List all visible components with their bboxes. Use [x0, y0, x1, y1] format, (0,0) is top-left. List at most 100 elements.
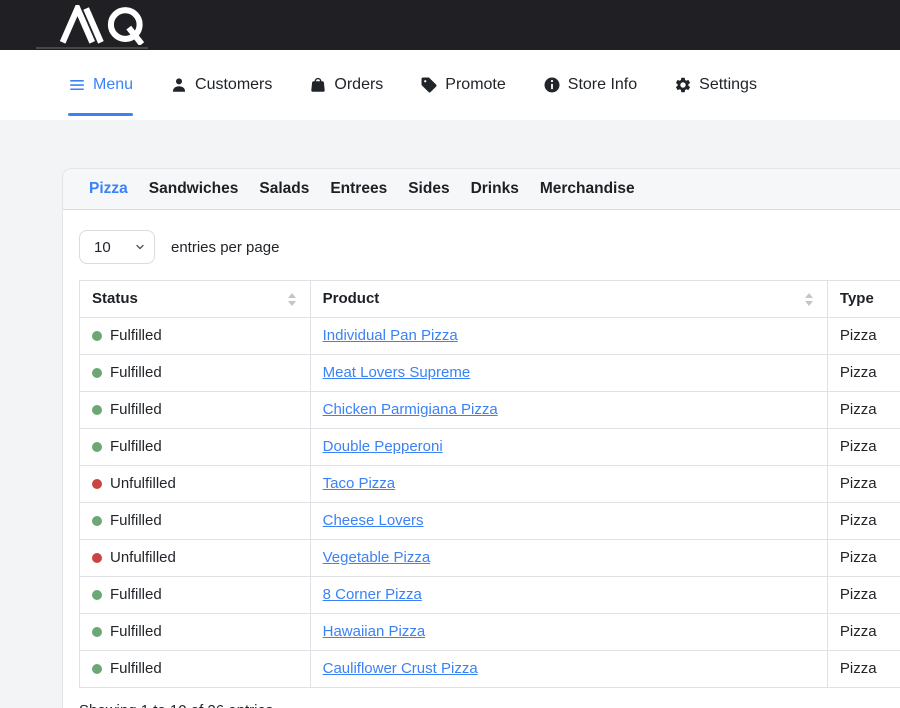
main-nav: Menu Customers Orders Promote Store Info Sett… [0, 50, 900, 120]
product-link[interactable]: Meat Lovers Supreme [323, 364, 471, 381]
status-label: Fulfilled [110, 659, 162, 679]
status-label: Fulfilled [110, 585, 162, 605]
nav-item-label: Orders [334, 76, 383, 94]
table-row: Fulfilled Meat Lovers Supreme Pizza [80, 355, 900, 392]
status-cell: Fulfilled [80, 355, 311, 392]
logo-underline [36, 47, 148, 49]
status-cell: Fulfilled [80, 651, 311, 688]
tag-icon [420, 76, 438, 94]
table-row: Fulfilled Chicken Parmigiana Pizza Pizza [80, 392, 900, 429]
column-header-status[interactable]: Status [80, 281, 311, 318]
table-row: Fulfilled Hawaiian Pizza Pizza [80, 614, 900, 651]
table-row: Fulfilled 8 Corner Pizza Pizza [80, 577, 900, 614]
product-link[interactable]: Double Pepperoni [323, 438, 443, 455]
status-dot [92, 368, 102, 378]
product-link[interactable]: Vegetable Pizza [323, 549, 431, 566]
table-row: FulfilledIndividual Pan PizzaPizza [80, 318, 900, 355]
product-type: Pizza [840, 623, 877, 640]
product-type: Pizza [840, 327, 877, 344]
status-cell: Fulfilled [80, 392, 311, 429]
status-dot [92, 627, 102, 637]
person-icon [170, 76, 188, 94]
status-dot [92, 516, 102, 526]
product-type: Pizza [840, 475, 877, 492]
table-body: FulfilledIndividual Pan PizzaPizzaFulfil… [80, 318, 900, 688]
product-link[interactable]: Individual Pan Pizza [323, 327, 458, 344]
status-dot [92, 664, 102, 674]
product-cell: Meat Lovers Supreme [310, 355, 827, 392]
nav-item-menu[interactable]: Menu [68, 50, 133, 120]
column-header-type: Type [827, 281, 900, 318]
entries-control: 10 entries per page [79, 230, 900, 264]
product-cell: Cauliflower Crust Pizza [310, 651, 827, 688]
card-body: 10 entries per page StatusProductType Fu [63, 210, 900, 708]
menu-card: Pizza Sandwiches Salads Entrees Sides Drinks M… [62, 168, 900, 708]
nav-item-label: Promote [445, 76, 505, 94]
nav-item-promote[interactable]: Promote [420, 50, 505, 120]
column-label: Type [840, 289, 874, 309]
status-label: Fulfilled [110, 400, 162, 420]
product-link[interactable]: Cheese Lovers [323, 512, 424, 529]
product-cell: Double Pepperoni [310, 429, 827, 466]
type-cell: Pizza [827, 355, 900, 392]
status-label: Unfulfilled [110, 474, 176, 494]
product-type: Pizza [840, 660, 877, 677]
table-row: FulfilledCheese LoversPizza [80, 503, 900, 540]
status-label: Fulfilled [110, 622, 162, 642]
product-link[interactable]: Hawaiian Pizza [323, 623, 426, 640]
product-cell: Taco Pizza [310, 466, 827, 503]
aiq-logo[interactable] [57, 5, 157, 45]
type-cell: Pizza [827, 318, 900, 355]
nav-item-orders[interactable]: Orders [309, 50, 383, 120]
product-type: Pizza [840, 549, 877, 566]
status-dot [92, 479, 102, 489]
tab-sides[interactable]: Sides [408, 180, 449, 198]
entries-select-wrap: 10 [79, 230, 155, 264]
table-row: Fulfilled Cauliflower Crust Pizza Pizza [80, 651, 900, 688]
nav-item-settings[interactable]: Settings [674, 50, 757, 120]
nav-item-store-info[interactable]: Store Info [543, 50, 637, 120]
status-cell: Unfulfilled [80, 466, 311, 503]
status-dot [92, 442, 102, 452]
tab-drinks[interactable]: Drinks [471, 180, 519, 198]
type-cell: Pizza [827, 466, 900, 503]
table-row: FulfilledDouble PepperoniPizza [80, 429, 900, 466]
nav-item-customers[interactable]: Customers [170, 50, 272, 120]
product-cell: Chicken Parmigiana Pizza [310, 392, 827, 429]
status-dot [92, 331, 102, 341]
page-body: Pizza Sandwiches Salads Entrees Sides Drinks M… [0, 120, 900, 708]
product-link[interactable]: Cauliflower Crust Pizza [323, 660, 478, 677]
status-cell: Fulfilled [80, 577, 311, 614]
table-row: UnfulfilledVegetable PizzaPizza [80, 540, 900, 577]
column-label: Product [323, 289, 380, 309]
status-label: Fulfilled [110, 437, 162, 457]
status-dot [92, 590, 102, 600]
pagination-summary: Showing 1 to 10 of 26 entries [79, 702, 900, 708]
status-dot [92, 405, 102, 415]
sort-icon[interactable] [803, 291, 815, 308]
sort-icon[interactable] [286, 291, 298, 308]
product-link[interactable]: Taco Pizza [323, 475, 396, 492]
tab-salads[interactable]: Salads [259, 180, 309, 198]
product-link[interactable]: Chicken Parmigiana Pizza [323, 401, 498, 418]
topbar [0, 0, 900, 50]
type-cell: Pizza [827, 651, 900, 688]
info-icon [543, 76, 561, 94]
product-cell: Individual Pan Pizza [310, 318, 827, 355]
tab-entrees[interactable]: Entrees [330, 180, 387, 198]
tab-sandwiches[interactable]: Sandwiches [149, 180, 239, 198]
tab-merchandise[interactable]: Merchandise [540, 180, 635, 198]
status-label: Fulfilled [110, 363, 162, 383]
product-cell: Vegetable Pizza [310, 540, 827, 577]
entries-per-page-select[interactable]: 10 [79, 230, 155, 264]
status-dot [92, 553, 102, 563]
type-cell: Pizza [827, 540, 900, 577]
nav-item-label: Store Info [568, 76, 637, 94]
column-header-product[interactable]: Product [310, 281, 827, 318]
bag-icon [309, 76, 327, 94]
product-link[interactable]: 8 Corner Pizza [323, 586, 422, 603]
product-type: Pizza [840, 586, 877, 603]
table-row: Unfulfilled Taco Pizza Pizza [80, 466, 900, 503]
tab-pizza[interactable]: Pizza [89, 180, 128, 198]
product-type: Pizza [840, 401, 877, 418]
